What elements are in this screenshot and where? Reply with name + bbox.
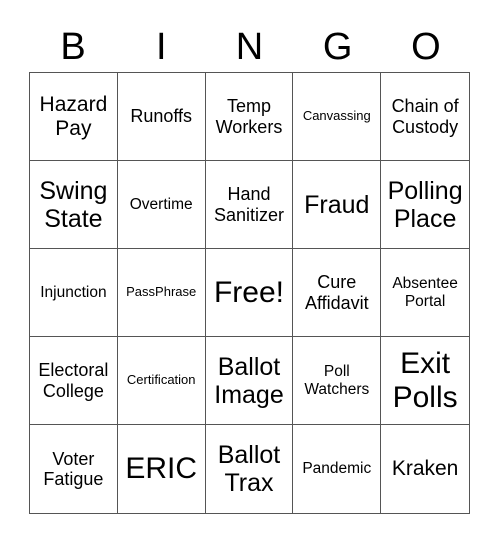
bingo-cell[interactable]: Hazard Pay	[30, 73, 118, 161]
bingo-cell[interactable]: Ballot Image	[205, 337, 294, 425]
bingo-cell[interactable]: Polling Place	[381, 161, 469, 249]
bingo-cell[interactable]: Runoffs	[117, 73, 206, 161]
bingo-cell[interactable]: Injunction	[30, 249, 118, 337]
bingo-cell[interactable]: Hand Sanitizer	[205, 161, 294, 249]
bingo-cell[interactable]: Kraken	[381, 425, 469, 513]
bingo-cell[interactable]: Ballot Trax	[206, 425, 294, 513]
bingo-cell[interactable]: Overtime	[117, 161, 206, 249]
bingo-cell[interactable]: Certification	[117, 337, 206, 425]
bingo-cell[interactable]: Chain of Custody	[381, 73, 469, 161]
bingo-cell[interactable]: Temp Workers	[205, 73, 294, 161]
header-letter-g: G	[322, 26, 353, 68]
bingo-cell[interactable]: Cure Affidavit	[293, 249, 382, 337]
bingo-cell-free[interactable]: Free!	[205, 249, 294, 337]
bingo-cell[interactable]: Pandemic	[293, 425, 382, 513]
bingo-card-grid: Hazard Pay Runoffs Temp Workers Canvassing C…	[29, 72, 470, 514]
bingo-cell[interactable]: Voter Fatigue	[30, 425, 118, 513]
header-letter-o: O	[411, 26, 441, 68]
bingo-cell[interactable]: Exit Polls	[381, 337, 469, 425]
bingo-cell[interactable]: PassPhrase	[117, 249, 206, 337]
bingo-cell[interactable]: Swing State	[30, 161, 118, 249]
bingo-cell[interactable]: Poll Watchers	[293, 337, 382, 425]
header-letter-n: N	[235, 26, 264, 68]
bingo-cell[interactable]: Canvassing	[293, 73, 382, 161]
bingo-cell[interactable]: Absentee Portal	[381, 249, 469, 337]
bingo-cell[interactable]: Fraud	[293, 161, 382, 249]
header-letter-b: B	[60, 26, 86, 68]
bingo-header: B I N G O	[29, 22, 470, 72]
bingo-cell[interactable]: Electoral College	[30, 337, 118, 425]
bingo-cell[interactable]: ERIC	[118, 425, 206, 513]
header-letter-i: I	[156, 26, 167, 68]
